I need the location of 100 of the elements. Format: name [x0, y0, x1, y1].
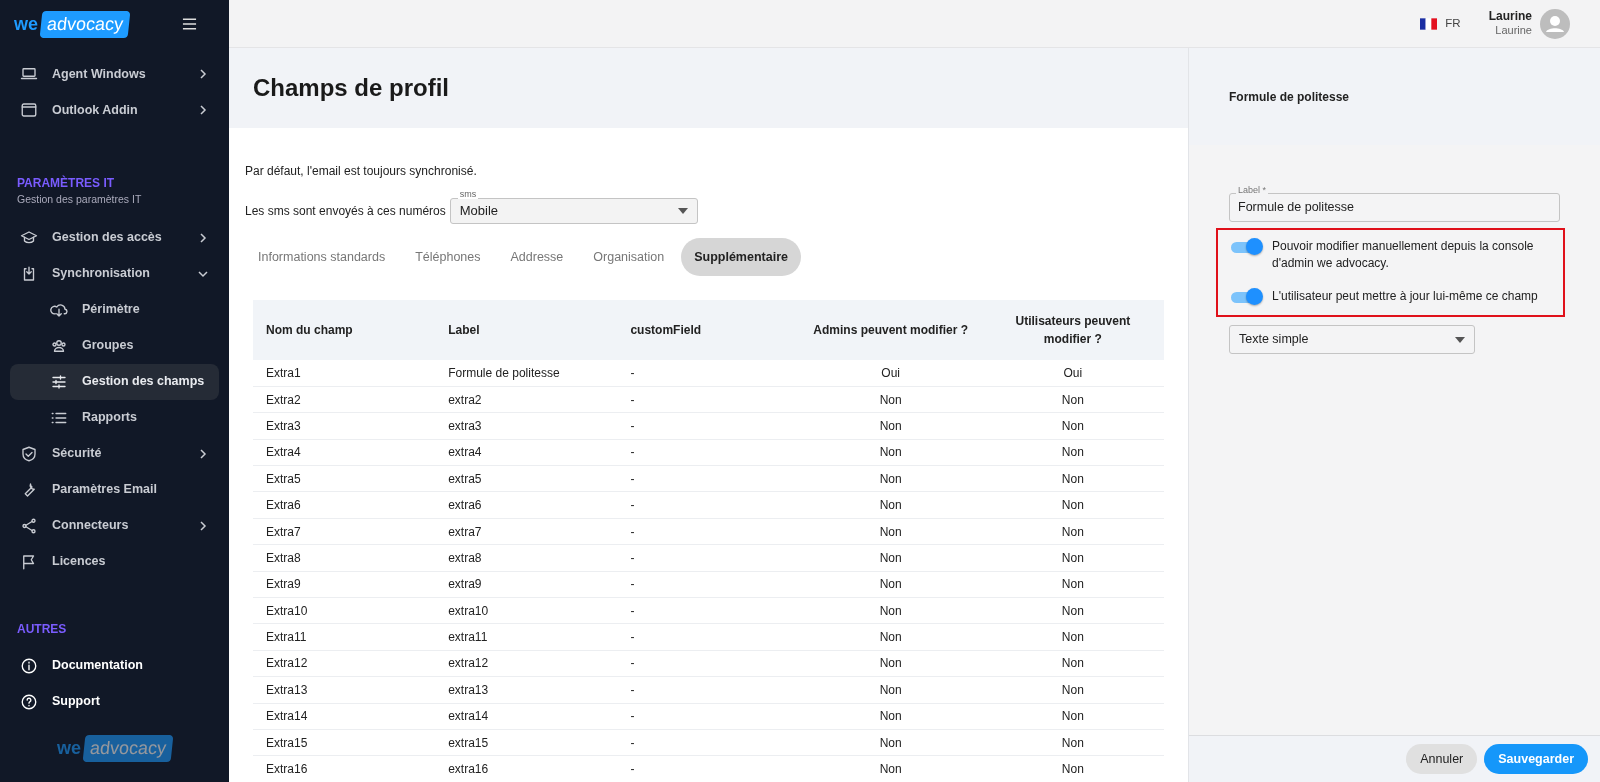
tab[interactable]: Supplémentaire [681, 238, 801, 276]
table-cell: Non [799, 491, 982, 519]
sidebar-item[interactable]: Sécurité [10, 435, 219, 472]
table-cell: extra8 [435, 544, 618, 572]
table-cell: Extra3 [253, 412, 436, 440]
tab[interactable]: Téléphones [402, 238, 494, 276]
table-cell: Extra16 [253, 755, 436, 782]
user-role: Laurine [1494, 24, 1532, 38]
toggle-switch[interactable] [1231, 288, 1263, 305]
table-cell: - [617, 386, 800, 413]
sidebar-item[interactable]: Rapports [10, 399, 219, 436]
table-cell: extra5 [435, 465, 618, 492]
table-cell: - [617, 623, 800, 651]
sidebar-item[interactable]: Documentation [10, 647, 219, 684]
tab[interactable]: Addresse [497, 238, 577, 276]
tab[interactable]: Organisation [580, 238, 678, 276]
type-select[interactable]: Texte simple [1229, 325, 1475, 354]
table-cell: - [617, 412, 800, 440]
cancel-button[interactable]: Annuler [1406, 744, 1478, 774]
label-field[interactable]: Formule de politesse [1229, 193, 1560, 222]
sidebar-item[interactable]: Connecteurs [10, 507, 219, 544]
table-cell: - [617, 518, 800, 545]
sidebar-item[interactable]: Outlook Addin [10, 92, 219, 128]
menu-icon[interactable] [182, 18, 197, 30]
table-cell: Non [799, 676, 982, 704]
section-subtitle: Gestion des paramètres IT [16, 192, 143, 207]
sidebar-item[interactable]: Groupes [10, 327, 219, 364]
table-cell: Non [981, 729, 1164, 756]
table-cell: Non [799, 623, 982, 651]
field-label: Label * [1236, 186, 1269, 195]
table-cell: extra2 [435, 386, 618, 413]
flag-icon [1420, 17, 1438, 30]
table-cell: Non [799, 518, 982, 545]
table-cell: - [617, 465, 800, 492]
table-cell: - [617, 360, 800, 387]
table-cell: Non [799, 597, 982, 624]
table-cell: Extra11 [253, 623, 436, 651]
info-icon [20, 656, 38, 675]
user-name: Laurine [1488, 9, 1532, 25]
table-cell: extra9 [435, 571, 618, 598]
table-cell: Extra7 [253, 518, 436, 545]
table-cell: Extra8 [253, 544, 436, 572]
table-cell: Extra10 [253, 597, 436, 624]
section-title: AUTRES [16, 620, 68, 638]
sidebar-item[interactable]: Gestion des accès [10, 219, 219, 256]
page-title: Champs de profil [253, 73, 450, 103]
logo: we advocacy [14, 10, 130, 38]
table-cell: - [617, 676, 800, 704]
sliders-icon [50, 372, 68, 391]
table-cell: extra16 [435, 755, 618, 782]
info-text: Par défaut, l'email est toujours synchronisé. [245, 163, 478, 180]
table-cell: Formule de politesse [435, 360, 618, 387]
table-cell: Non [799, 729, 982, 756]
table-cell: extra11 [435, 623, 618, 651]
table-cell: Extra15 [253, 729, 436, 756]
table-cell: extra4 [435, 439, 618, 466]
sms-select[interactable]: Mobile [449, 198, 698, 224]
table-cell: Non [799, 755, 982, 782]
table-cell: Non [799, 544, 982, 572]
table-cell: - [617, 650, 800, 677]
table-cell: - [617, 544, 800, 572]
language-selector[interactable]: FR [1445, 14, 1461, 33]
toggle-label: L'utilisateur peut mettre à jour lui-même ce champ [1272, 288, 1538, 305]
table-cell: extra14 [435, 703, 618, 730]
table-cell: Extra5 [253, 465, 436, 492]
sidebar-item[interactable]: Licences [10, 543, 219, 580]
table-cell: Non [981, 412, 1164, 440]
table-cell: - [617, 703, 800, 730]
table-cell: - [617, 729, 800, 756]
avatar-icon[interactable] [1540, 8, 1570, 39]
table-cell: Extra2 [253, 386, 436, 413]
logo: we advocacy [56, 735, 173, 762]
sidebar-item[interactable]: Agent Windows [10, 56, 219, 92]
column-header: customField [617, 300, 800, 360]
sidebar-item[interactable]: Synchronisation [10, 255, 219, 292]
table-cell: - [617, 755, 800, 782]
table-cell: extra13 [435, 676, 618, 704]
toggle-switch[interactable] [1231, 238, 1263, 255]
sidebar-item[interactable]: Support [10, 683, 219, 720]
sidebar-item[interactable]: Gestion des champs [10, 363, 219, 400]
table-cell: Extra12 [253, 650, 436, 677]
table-cell: - [617, 491, 800, 519]
table-cell: extra7 [435, 518, 618, 545]
share-icon [20, 516, 38, 535]
section-title: PARAMÈTRES IT [16, 174, 116, 192]
field-label: sms [457, 190, 479, 199]
tab[interactable]: Informations standards [245, 238, 399, 276]
table-cell: Extra9 [253, 571, 436, 598]
table-cell: Non [981, 571, 1164, 598]
table-cell: Non [981, 386, 1164, 413]
sidebar-item[interactable]: Périmètre [10, 291, 219, 328]
column-header: Utilisateurs peuvent modifier ? [981, 300, 1164, 360]
toggle-label: Pouvoir modifier manuellement depuis la console d'admin we advocacy. [1272, 238, 1535, 272]
table-cell: Oui [981, 360, 1164, 387]
table-cell: extra10 [435, 597, 618, 624]
caret-icon [677, 208, 688, 214]
table-cell: Non [981, 623, 1164, 651]
column-header: Admins peuvent modifier ? [799, 300, 982, 360]
sidebar-item[interactable]: Paramètres Email [10, 471, 219, 508]
table-cell: Non [981, 544, 1164, 572]
